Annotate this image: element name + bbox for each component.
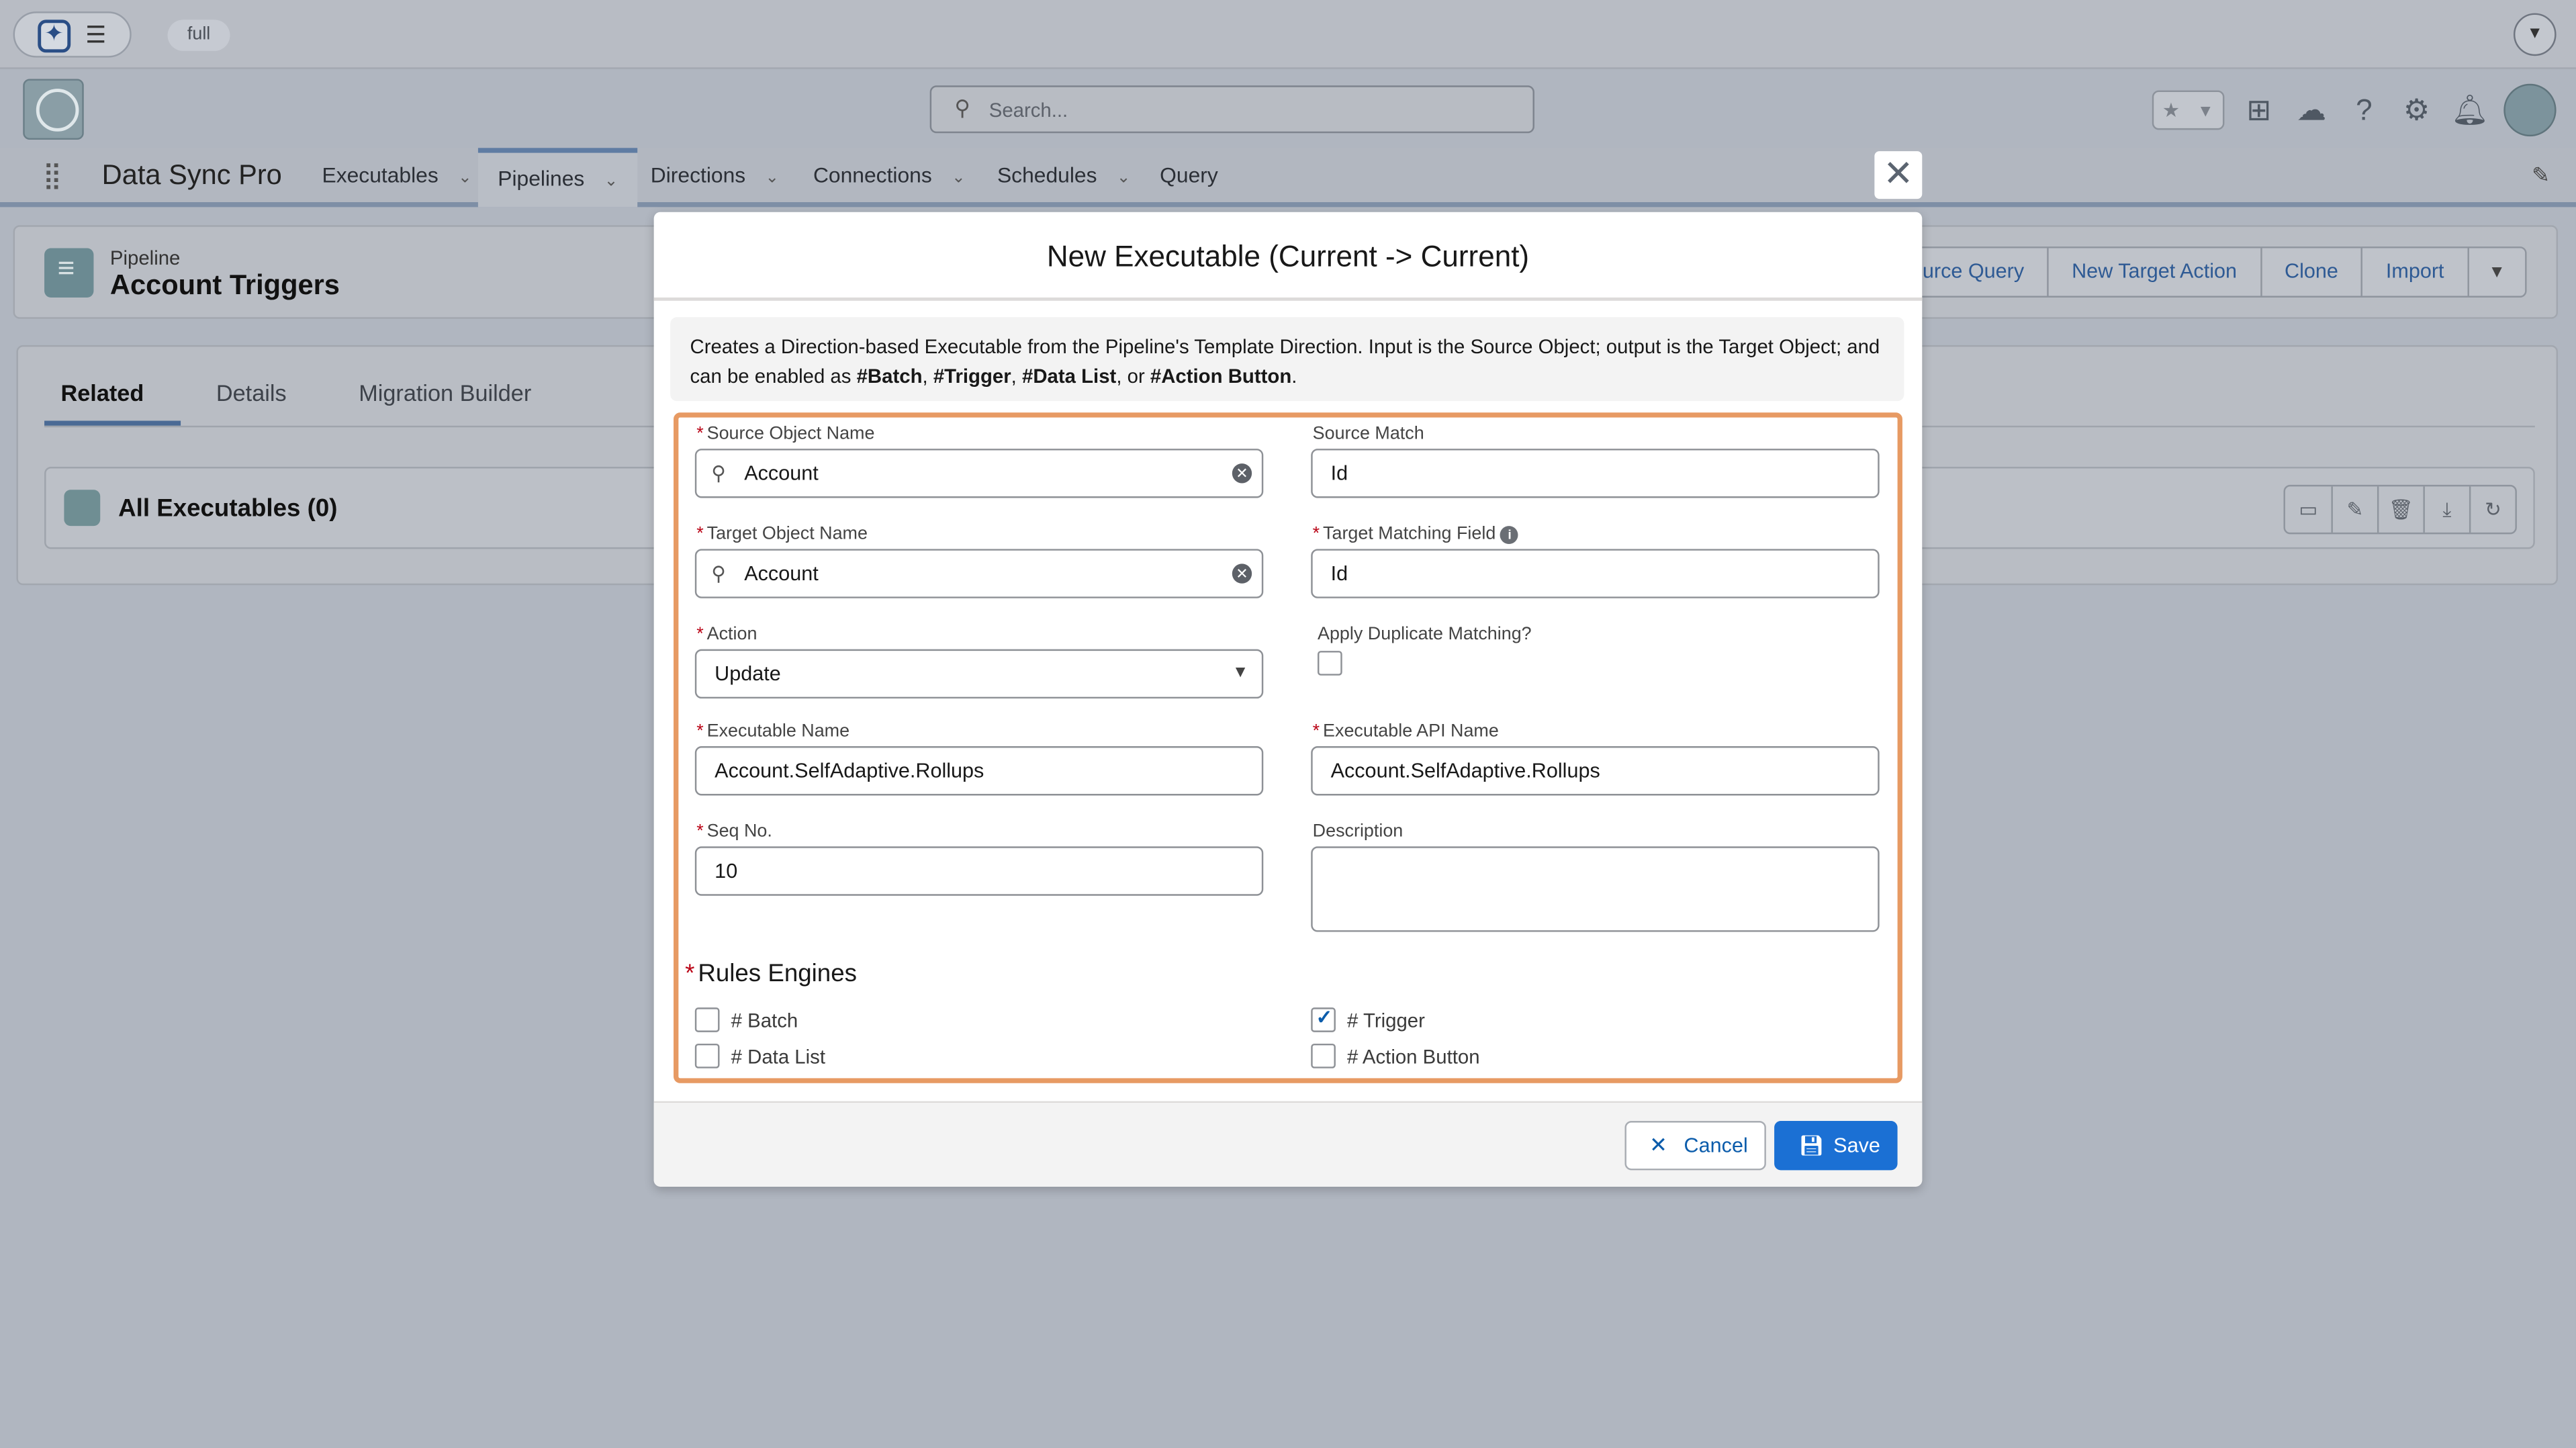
close-icon: ✕ xyxy=(1649,1132,1667,1157)
seq-no-label: * Seq No. xyxy=(696,821,772,842)
notice-data-list: #Data List xyxy=(1022,365,1117,388)
notice-sep: , xyxy=(922,365,933,388)
description-textarea[interactable] xyxy=(1311,846,1880,932)
target-matching-label: * Target Matching Field i xyxy=(1313,525,1519,545)
save-label: Save xyxy=(1833,1134,1880,1157)
executable-name-field[interactable]: Account.SelfAdaptive.Rollups xyxy=(694,746,1264,796)
target-object-value: Account xyxy=(744,561,819,586)
action-value: Update xyxy=(715,662,781,686)
app-stage: ☰ full ▼ ⚲ Search... ★ ▾ ⊞ ☁ ? ⚙ 🔔︎ ⣿ Da… xyxy=(0,0,2576,1448)
executable-api-name-label: * Executable API Name xyxy=(1312,721,1499,741)
source-match-field[interactable]: Id xyxy=(1311,449,1880,498)
data-list-label: # Data List xyxy=(731,1045,826,1069)
batch-label: # Batch xyxy=(731,1009,798,1032)
cancel-button[interactable]: ✕ Cancel xyxy=(1624,1120,1766,1171)
notice-sep: , xyxy=(1011,365,1023,388)
action-label: * Action xyxy=(696,624,757,645)
clear-icon[interactable]: ✕ xyxy=(1232,563,1252,584)
search-icon: ⚲ xyxy=(711,561,726,586)
duplicate-matching-label: Apply Duplicate Matching? xyxy=(1318,624,1532,645)
save-button[interactable]: 💾︎ Save xyxy=(1774,1120,1898,1171)
duplicate-matching-checkbox[interactable] xyxy=(1318,651,1342,676)
search-icon: ⚲ xyxy=(711,461,726,485)
action-select[interactable]: Update ▼ xyxy=(694,649,1264,699)
target-object-lookup[interactable]: ⚲ Account ✕ xyxy=(694,549,1264,598)
cancel-label: Cancel xyxy=(1684,1134,1748,1157)
modal-footer: ✕ Cancel 💾︎ Save xyxy=(653,1103,1923,1187)
executable-name-label: * Executable Name xyxy=(696,721,850,741)
info-icon[interactable]: i xyxy=(1500,526,1519,545)
batch-checkbox[interactable] xyxy=(694,1007,720,1032)
clear-icon[interactable]: ✕ xyxy=(1232,463,1252,484)
executable-api-name-field[interactable]: Account.SelfAdaptive.Rollups xyxy=(1311,746,1880,796)
new-executable-modal: New Executable (Current -> Current) Crea… xyxy=(653,212,1923,1187)
source-match-label: Source Match xyxy=(1312,424,1424,444)
modal-description: Creates a Direction-based Executable fro… xyxy=(670,317,1904,402)
source-object-value: Account xyxy=(744,461,819,485)
modal-title: New Executable (Current -> Current) xyxy=(653,212,1923,301)
source-object-lookup[interactable]: ⚲ Account ✕ xyxy=(694,449,1264,498)
notice-action-button: #Action Button xyxy=(1150,365,1292,388)
save-icon: 💾︎ xyxy=(1798,1134,1825,1157)
chevron-down-icon: ▼ xyxy=(1232,664,1249,682)
target-matching-field[interactable]: Id xyxy=(1311,549,1880,598)
source-object-label: * Source Object Name xyxy=(696,424,875,444)
notice-sep: , or xyxy=(1116,365,1150,388)
seq-no-field[interactable]: 10 xyxy=(694,846,1264,896)
executable-form: * Source Object Name ⚲ Account ✕ Source M… xyxy=(674,412,1902,1083)
notice-trigger: #Trigger xyxy=(933,365,1011,388)
description-label: Description xyxy=(1312,821,1404,842)
close-icon[interactable]: ✕ xyxy=(1874,151,1923,199)
data-list-checkbox[interactable] xyxy=(694,1043,720,1069)
notice-end: . xyxy=(1291,365,1297,388)
action-button-checkbox[interactable] xyxy=(1311,1043,1336,1069)
rules-engines-title: * Rules Engines xyxy=(685,960,857,988)
trigger-checkbox[interactable] xyxy=(1311,1006,1336,1032)
action-button-label: # Action Button xyxy=(1347,1045,1480,1069)
target-object-label: * Target Object Name xyxy=(696,524,868,545)
notice-batch: #Batch xyxy=(856,365,923,388)
trigger-label: # Trigger xyxy=(1347,1009,1425,1032)
